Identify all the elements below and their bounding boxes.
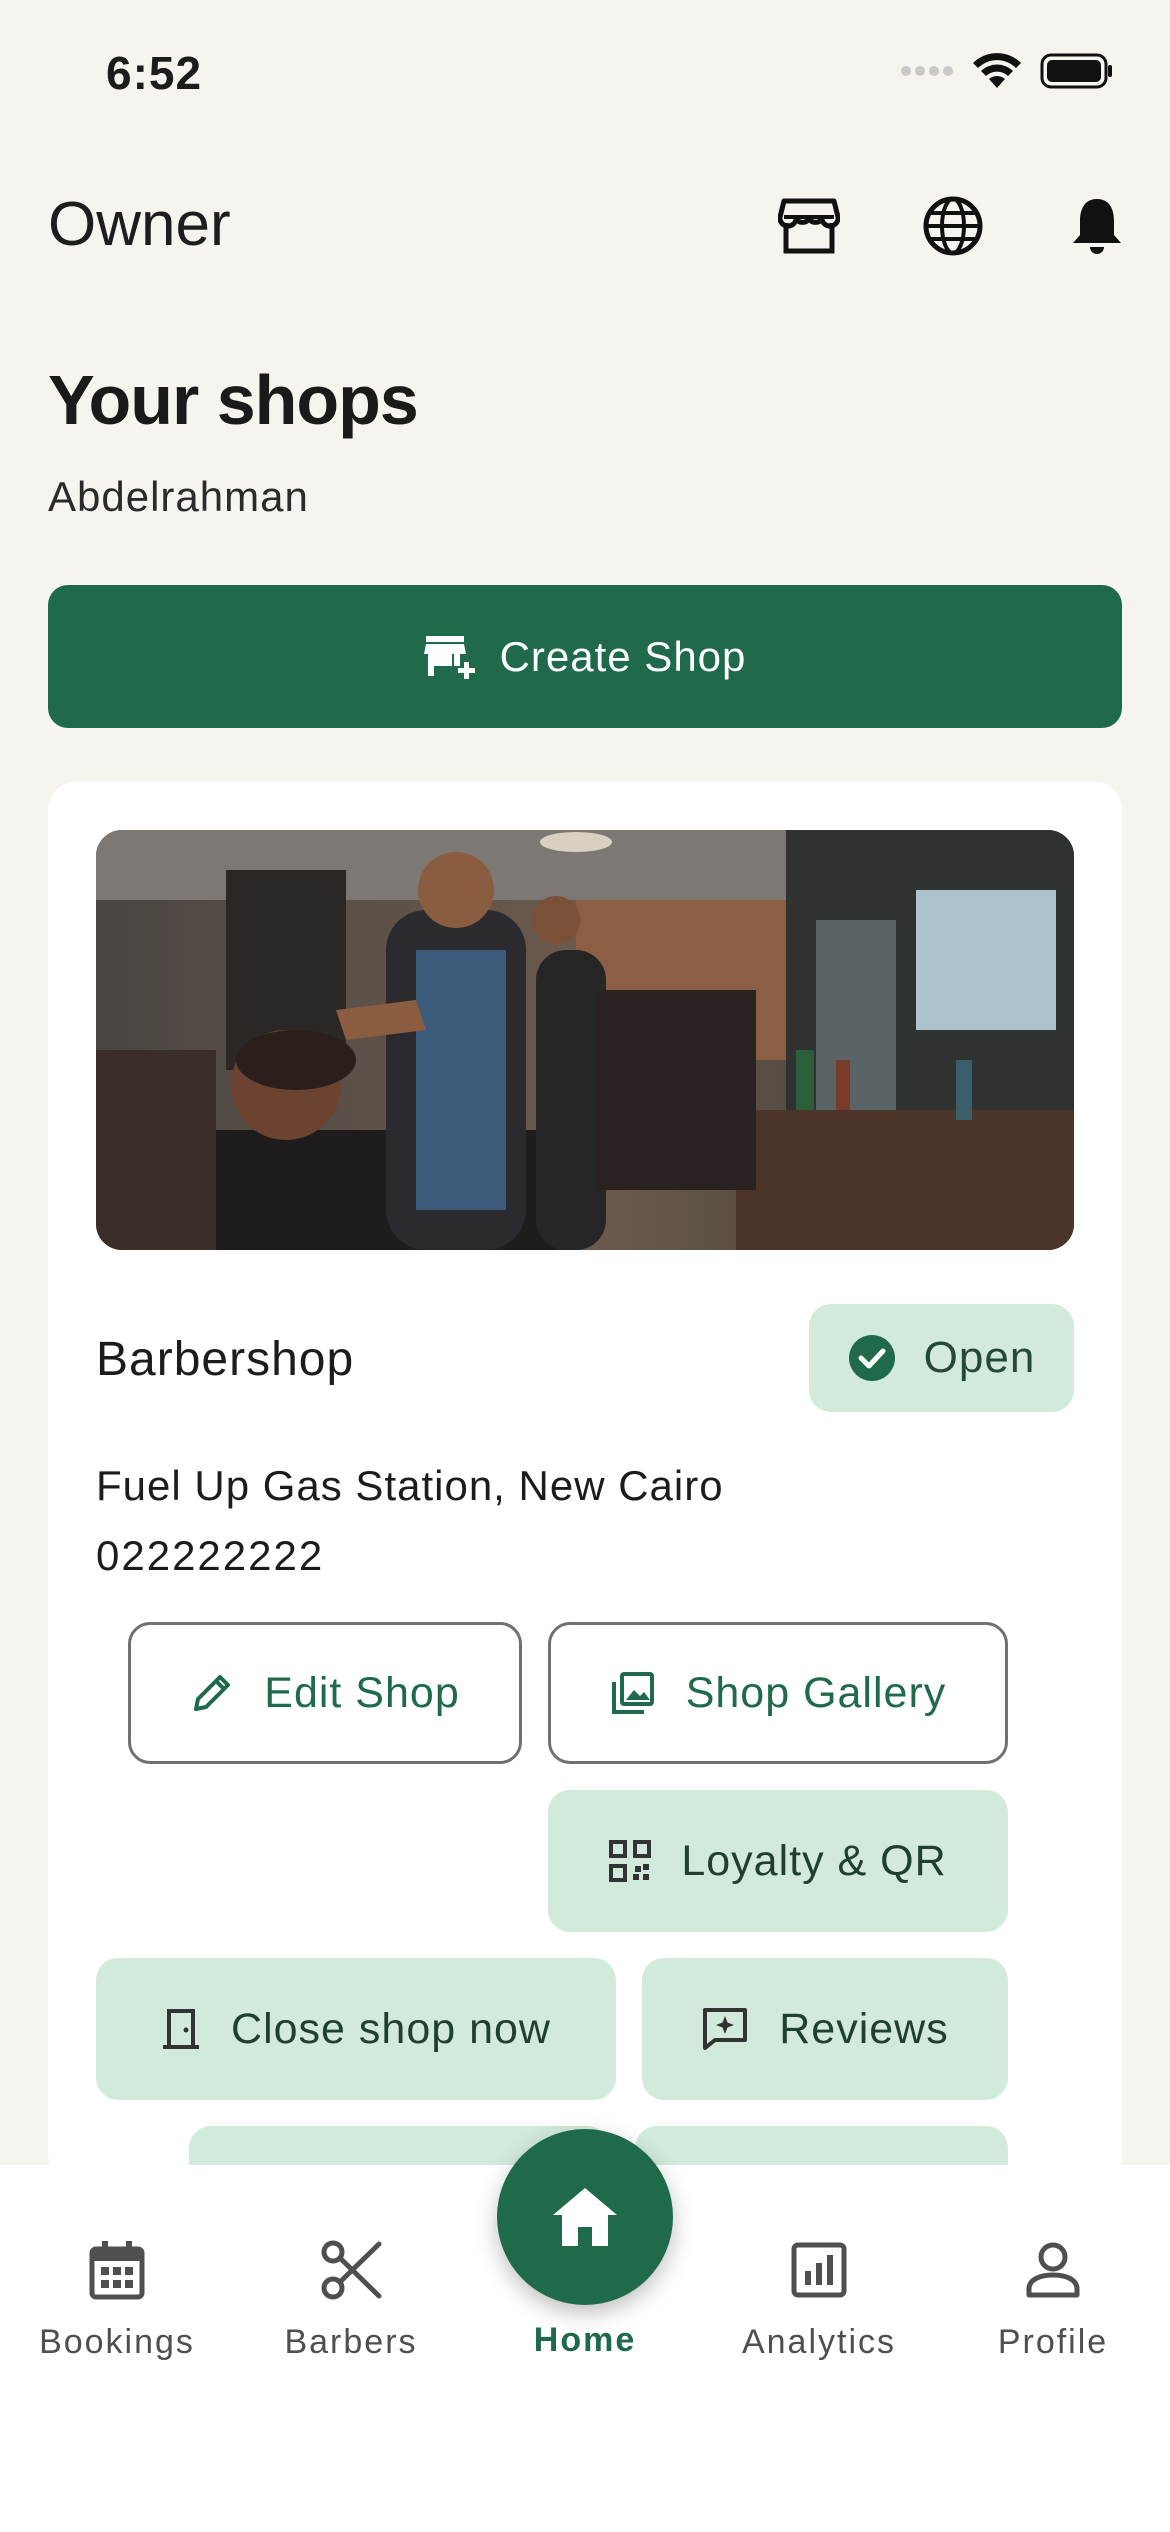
add-store-icon — [423, 635, 475, 679]
nav-barbers-label: Barbers — [284, 2323, 418, 2361]
shop-name: Barbershop — [96, 1333, 355, 1386]
analytics-icon — [784, 2235, 854, 2305]
nav-analytics-label: Analytics — [741, 2323, 897, 2361]
loyalty-qr-button[interactable]: Loyalty & QR — [548, 1790, 1008, 1932]
nav-home-label[interactable]: Home — [485, 2321, 685, 2360]
shop-address: Fuel Up Gas Station, New Cairo — [96, 1462, 724, 1509]
door-icon — [163, 2009, 200, 2049]
battery-icon — [1040, 53, 1112, 89]
reviews-button[interactable]: Reviews — [642, 1958, 1008, 2100]
home-icon — [553, 2188, 617, 2246]
bell-icon[interactable] — [1064, 193, 1130, 259]
shop-photo — [96, 830, 1074, 1250]
shop-gallery-button[interactable]: Shop Gallery — [548, 1622, 1008, 1764]
status-badge-label: Open — [923, 1333, 1036, 1382]
status-badge[interactable]: Open — [809, 1304, 1074, 1412]
app-title: Owner — [48, 190, 231, 259]
owner-name: Abdelrahman — [48, 473, 309, 520]
nav-home-button[interactable] — [497, 2129, 673, 2305]
image-icon — [611, 1672, 654, 1714]
nav-profile-label: Profile — [997, 2323, 1109, 2361]
signal-icon — [901, 66, 953, 76]
status-bar: 6:52 — [0, 0, 1170, 150]
globe-icon[interactable] — [920, 193, 986, 259]
nav-profile[interactable]: Profile — [936, 2235, 1170, 2395]
qr-code-icon — [609, 1840, 652, 1882]
wifi-icon — [973, 53, 1021, 88]
shop-card: Barbershop Open Fuel Up Gas Station, New… — [48, 782, 1122, 2182]
nav-analytics[interactable]: Analytics — [702, 2235, 936, 2395]
app-header: Owner — [0, 175, 1170, 275]
pencil-icon — [194, 1675, 231, 1711]
nav-bookings[interactable]: Bookings — [0, 2235, 234, 2395]
nav-barbers[interactable]: Barbers — [234, 2235, 468, 2395]
storefront-icon[interactable] — [776, 193, 842, 259]
review-icon — [703, 2008, 748, 2050]
create-shop-label: Create Shop — [499, 632, 747, 680]
edit-shop-button[interactable]: Edit Shop — [128, 1622, 522, 1764]
nav-bookings-label: Bookings — [39, 2323, 195, 2361]
bottom-nav: Bookings Barbers Home Analytics Profile — [0, 2129, 1170, 2532]
close-shop-button[interactable]: Close shop now — [96, 1958, 616, 2100]
shop-gallery-label: Shop Gallery — [685, 1668, 947, 1717]
edit-shop-label: Edit Shop — [264, 1668, 460, 1717]
close-shop-label: Close shop now — [231, 2004, 551, 2053]
scissors-icon — [316, 2235, 386, 2305]
reviews-label: Reviews — [779, 2004, 949, 2053]
shop-phone: 022222222 — [96, 1532, 325, 1579]
status-time: 6:52 — [106, 47, 203, 99]
calendar-icon — [82, 2235, 152, 2305]
status-icons — [900, 52, 1114, 90]
page-title: Your shops — [48, 361, 419, 439]
create-shop-button[interactable]: Create Shop — [48, 585, 1122, 728]
person-icon — [1018, 2235, 1088, 2305]
loyalty-qr-label: Loyalty & QR — [681, 1836, 947, 1885]
check-circle-icon — [848, 1335, 895, 1381]
